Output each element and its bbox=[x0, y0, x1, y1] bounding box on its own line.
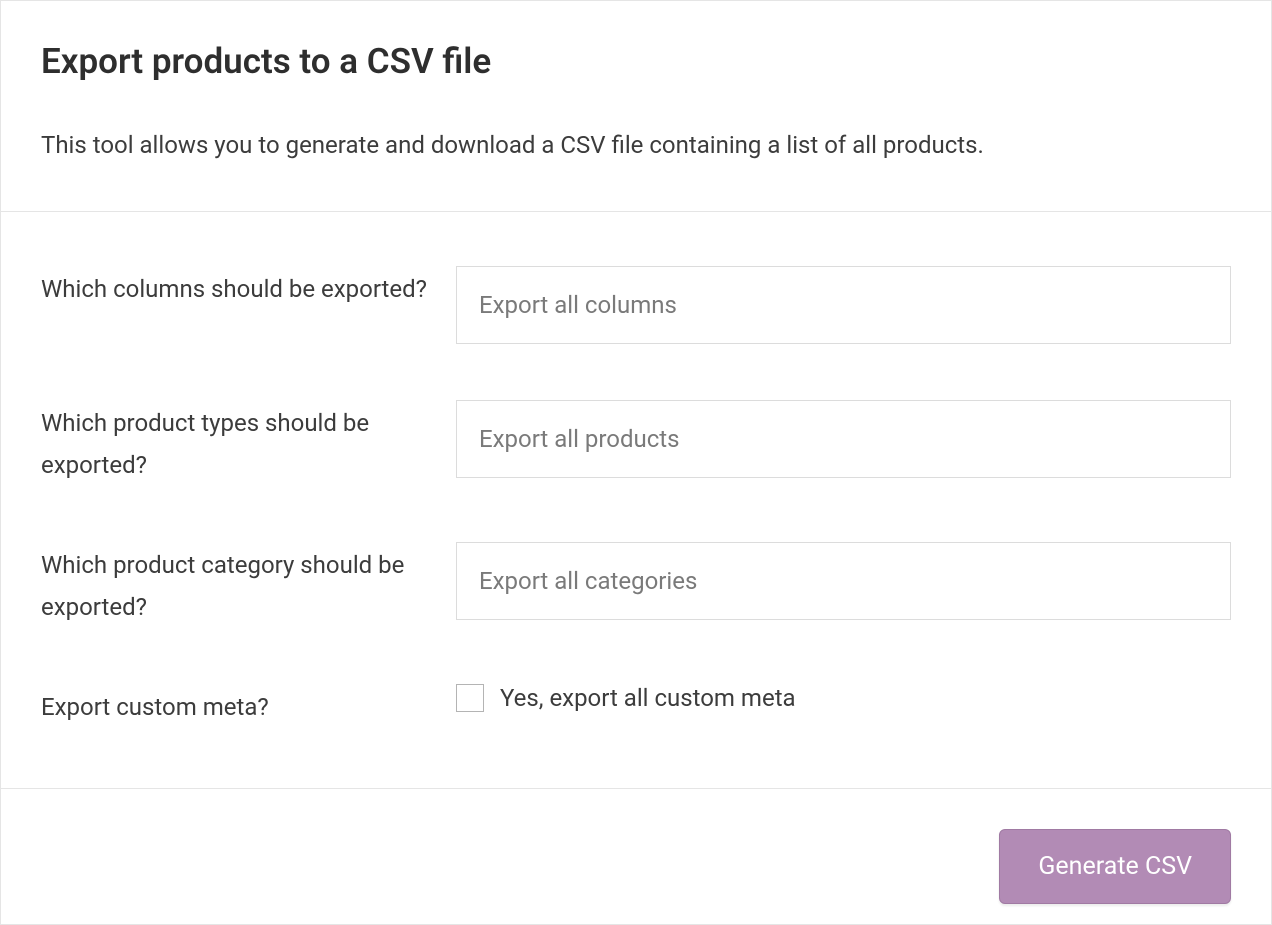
generate-csv-button[interactable]: Generate CSV bbox=[999, 829, 1231, 904]
categories-select[interactable] bbox=[456, 542, 1231, 620]
custom-meta-checkbox-label: Yes, export all custom meta bbox=[500, 684, 796, 712]
custom-meta-label: Export custom meta? bbox=[41, 684, 456, 728]
product-types-select[interactable] bbox=[456, 400, 1231, 478]
columns-row: Which columns should be exported? bbox=[41, 266, 1231, 344]
form-section: Which columns should be exported? Which … bbox=[1, 212, 1271, 789]
export-panel: Export products to a CSV file This tool … bbox=[0, 0, 1272, 925]
page-description: This tool allows you to generate and dow… bbox=[41, 127, 1231, 163]
columns-label: Which columns should be exported? bbox=[41, 266, 456, 310]
categories-label: Which product category should be exporte… bbox=[41, 542, 456, 628]
custom-meta-checkbox-wrapper: Yes, export all custom meta bbox=[456, 684, 1231, 712]
product-types-label: Which product types should be exported? bbox=[41, 400, 456, 486]
page-title: Export products to a CSV file bbox=[41, 41, 1231, 82]
custom-meta-row: Export custom meta? Yes, export all cust… bbox=[41, 684, 1231, 728]
product-types-input-wrapper bbox=[456, 400, 1231, 478]
columns-select[interactable] bbox=[456, 266, 1231, 344]
actions-section: Generate CSV bbox=[1, 789, 1271, 924]
product-types-row: Which product types should be exported? bbox=[41, 400, 1231, 486]
columns-input-wrapper bbox=[456, 266, 1231, 344]
header-section: Export products to a CSV file This tool … bbox=[1, 1, 1271, 212]
custom-meta-checkbox[interactable] bbox=[456, 684, 484, 712]
categories-input-wrapper bbox=[456, 542, 1231, 620]
categories-row: Which product category should be exporte… bbox=[41, 542, 1231, 628]
